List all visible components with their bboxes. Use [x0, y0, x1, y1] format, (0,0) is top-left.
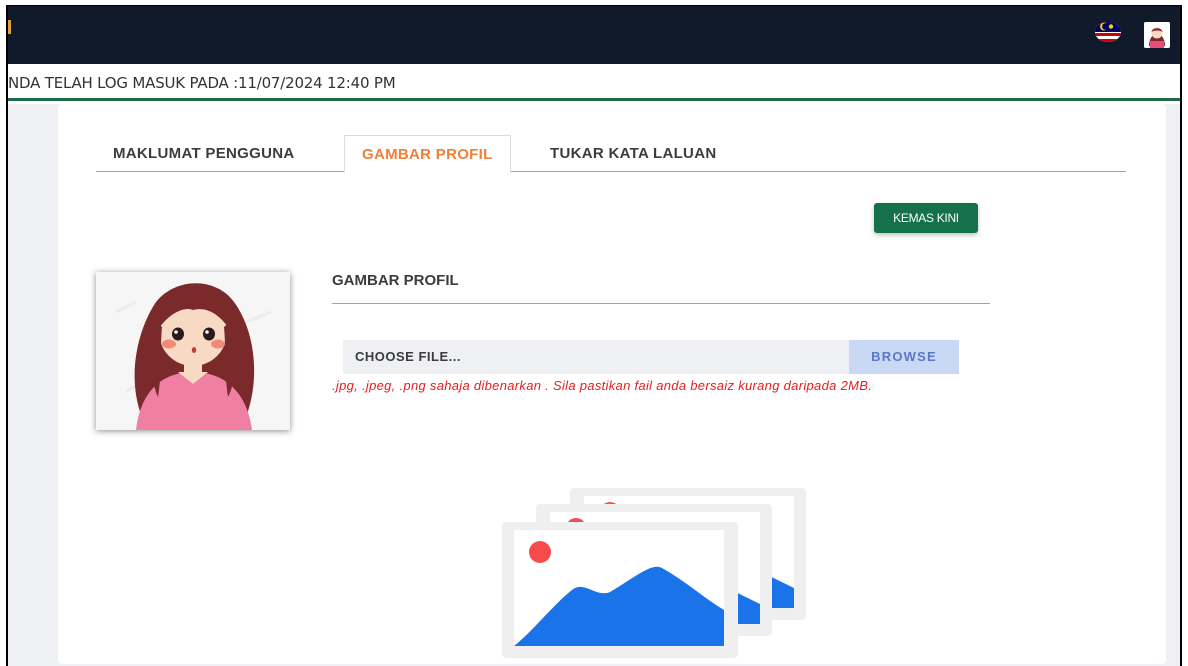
profile-picture — [96, 272, 290, 430]
tab-user-info[interactable]: MAKLUMAT PENGGUNA — [96, 135, 311, 172]
image-placeholder-icon — [502, 488, 806, 658]
section-divider — [332, 303, 990, 304]
file-upload-field[interactable]: CHOOSE FILE... BROWSE — [343, 340, 959, 374]
logo-fragment — [8, 20, 11, 34]
login-info-text: NDA TELAH LOG MASUK PADA :11/07/2024 12:… — [8, 74, 396, 92]
tab-change-password[interactable]: TUKAR KATA LALUAN — [533, 135, 733, 172]
file-name-placeholder[interactable]: CHOOSE FILE... — [355, 349, 461, 364]
profile-tabs: MAKLUMAT PENGGUNA GAMBAR PROFIL TUKAR KA… — [96, 135, 1126, 173]
user-avatar-icon[interactable] — [1144, 22, 1170, 48]
tab-profile-picture[interactable]: GAMBAR PROFIL — [344, 135, 511, 173]
top-navbar — [8, 6, 1180, 64]
browse-button[interactable]: BROWSE — [849, 340, 959, 374]
login-info-bar: NDA TELAH LOG MASUK PADA :11/07/2024 12:… — [8, 64, 1180, 101]
file-type-hint: .jpg, .jpeg, .png sahaja dibenarkan . Si… — [332, 378, 873, 393]
section-title: GAMBAR PROFIL — [332, 272, 459, 289]
malaysia-flag-icon[interactable] — [1094, 21, 1122, 43]
update-button[interactable]: KEMAS KINI — [874, 203, 978, 233]
